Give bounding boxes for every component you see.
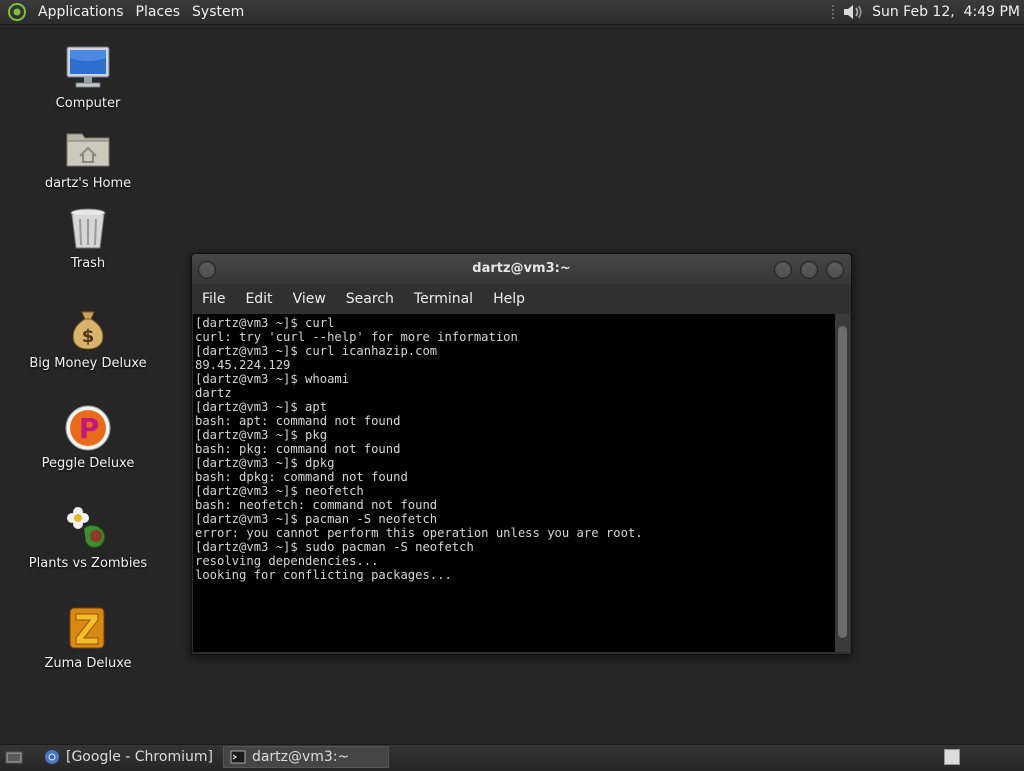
terminal-line: error: you cannot perform this operation… — [195, 526, 643, 540]
terminal-line: bash: pkg: command not found — [195, 442, 401, 456]
terminal-line: dartz — [195, 386, 232, 400]
menu-view[interactable]: View — [283, 291, 336, 307]
desktop-icon-home[interactable]: dartz's Home — [28, 124, 148, 191]
window-title: dartz@vm3:~ — [472, 261, 571, 276]
minimize-button[interactable] — [774, 261, 792, 279]
desktop-icon-label: Trash — [70, 256, 106, 271]
workspace-switcher[interactable] — [944, 749, 960, 765]
terminal-line: [dartz@vm3 ~]$ whoami — [195, 372, 350, 386]
home-folder-icon — [64, 124, 112, 172]
task-label: dartz@vm3:~ — [251, 749, 350, 765]
desktop-icon-label: Plants vs Zombies — [28, 556, 148, 571]
desktop-icon-zuma[interactable]: Zuma Deluxe — [28, 604, 148, 671]
terminal-line: resolving dependencies... — [195, 554, 379, 568]
chromium-icon — [44, 749, 60, 765]
terminal-line: [dartz@vm3 ~]$ pkg — [195, 428, 328, 442]
terminal-menubar: File Edit View Search Terminal Help — [192, 284, 851, 314]
computer-icon — [64, 44, 112, 92]
terminal-line: bash: apt: command not found — [195, 414, 401, 428]
svg-text:$: $ — [82, 326, 95, 347]
close-button[interactable] — [826, 261, 844, 279]
task-terminal[interactable]: dartz@vm3:~ — [222, 746, 389, 768]
desktop-icon-plants-vs-zombies[interactable]: Plants vs Zombies — [28, 504, 148, 571]
menu-search[interactable]: Search — [336, 291, 404, 307]
desktop-icon-label: Computer — [55, 96, 121, 111]
bottom-panel: [Google - Chromium] dartz@vm3:~ — [0, 744, 1024, 769]
clock[interactable]: Sun Feb 12, 4:49 PM — [872, 4, 1020, 20]
terminal-output[interactable]: [dartz@vm3 ~]$ curl curl: try 'curl --he… — [193, 314, 835, 652]
terminal-line: [dartz@vm3 ~]$ apt — [195, 400, 328, 414]
desktop-icon-trash[interactable]: Trash — [28, 204, 148, 271]
zuma-icon — [64, 604, 112, 652]
terminal-scrollbar[interactable] — [835, 314, 850, 652]
peggle-icon: P — [64, 404, 112, 452]
desktop-icon-label: Big Money Deluxe — [29, 356, 147, 371]
terminal-line: bash: dpkg: command not found — [195, 470, 408, 484]
menu-terminal[interactable]: Terminal — [404, 291, 483, 307]
terminal-window[interactable]: dartz@vm3:~ File Edit View Search Termin… — [191, 253, 852, 655]
menu-help[interactable]: Help — [483, 291, 535, 307]
money-bag-icon: $ — [64, 304, 112, 352]
menu-places[interactable]: Places — [130, 4, 187, 20]
terminal-line: bash: neofetch: command not found — [195, 498, 438, 512]
volume-icon[interactable] — [842, 2, 864, 22]
menu-file[interactable]: File — [192, 291, 235, 307]
trash-icon — [64, 204, 112, 252]
terminal-line: [dartz@vm3 ~]$ curl icanhazip.com — [195, 344, 438, 358]
plants-icon — [64, 504, 112, 552]
task-chromium[interactable]: [Google - Chromium] — [38, 746, 219, 768]
panel-handle-icon — [830, 3, 836, 21]
desktop-icon-label: dartz's Home — [44, 176, 132, 191]
desktop-icon-label: Peggle Deluxe — [41, 456, 135, 471]
terminal-line: [dartz@vm3 ~]$ pacman -S neofetch — [195, 512, 438, 526]
terminal-line: [dartz@vm3 ~]$ sudo pacman -S neofetch — [195, 540, 474, 554]
terminal-line: 89.45.224.129 — [195, 358, 291, 372]
show-desktop-icon[interactable] — [4, 747, 24, 767]
maximize-button[interactable] — [800, 261, 818, 279]
terminal-line: [dartz@vm3 ~]$ neofetch — [195, 484, 364, 498]
menu-system[interactable]: System — [186, 4, 250, 20]
top-panel-tray: Sun Feb 12, 4:49 PM — [830, 0, 1020, 24]
desktop-icon-peggle[interactable]: P Peggle Deluxe — [28, 404, 148, 471]
terminal-line: [dartz@vm3 ~]$ curl — [195, 316, 335, 330]
desktop-icon-computer[interactable]: Computer — [28, 44, 148, 111]
top-panel: Applications Places System Sun Feb 12, 4… — [0, 0, 1024, 25]
desktop-icon-label: Zuma Deluxe — [44, 656, 132, 671]
mate-logo-icon[interactable] — [8, 3, 26, 21]
terminal-line: [dartz@vm3 ~]$ dpkg — [195, 456, 335, 470]
task-label: [Google - Chromium] — [66, 749, 213, 765]
terminal-titlebar[interactable]: dartz@vm3:~ — [192, 254, 851, 284]
svg-text:P: P — [79, 412, 100, 445]
terminal-line: looking for conflicting packages... — [195, 568, 452, 582]
terminal-icon — [230, 749, 246, 765]
terminal-line: curl: try 'curl --help' for more informa… — [195, 330, 518, 344]
desktop-icon-big-money[interactable]: $ Big Money Deluxe — [28, 304, 148, 371]
menu-applications[interactable]: Applications — [32, 4, 130, 20]
scrollbar-thumb[interactable] — [838, 326, 847, 638]
window-menu-button[interactable] — [198, 261, 216, 279]
menu-edit[interactable]: Edit — [235, 291, 282, 307]
